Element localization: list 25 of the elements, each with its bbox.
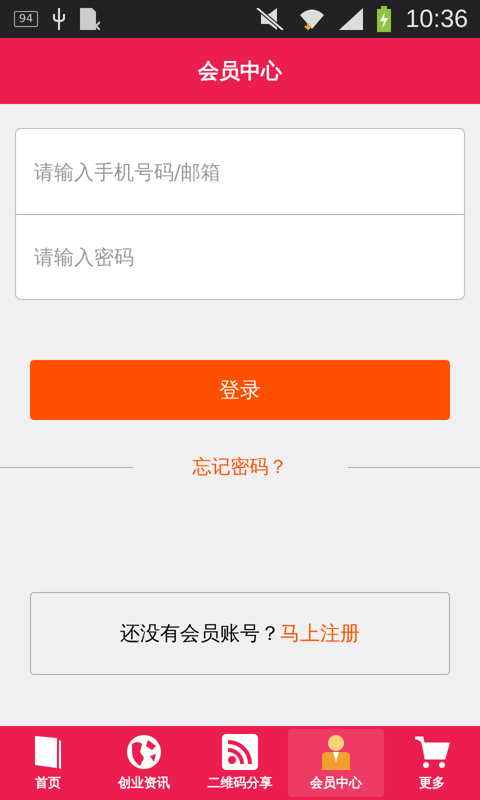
book-icon <box>33 734 63 770</box>
login-button[interactable]: 登录 <box>30 360 450 420</box>
nav-tab[interactable]: 更多 <box>384 729 480 797</box>
input-field[interactable]: 请输入密码 <box>15 214 465 300</box>
usb-icon <box>52 8 66 30</box>
sim-card-icon <box>80 8 100 30</box>
wifi-icon <box>299 7 326 31</box>
nav-tab[interactable]: 会员中心 <box>288 729 384 797</box>
cart-icon <box>414 734 450 770</box>
register-link[interactable]: 马上注册 <box>280 620 360 647</box>
battery-icon <box>377 6 392 32</box>
page-title: 会员中心 <box>198 58 282 85</box>
battery-badge: 94 <box>14 11 38 27</box>
register-prompt: 还没有会员账号？ <box>120 620 280 647</box>
rss-icon <box>222 734 258 770</box>
nav-tab[interactable]: 创业资讯 <box>96 729 192 797</box>
signal-icon <box>339 8 364 30</box>
person-icon <box>320 734 352 770</box>
input-field[interactable]: 请输入手机号码/邮箱 <box>15 128 465 214</box>
nav-tab[interactable]: 首页 <box>0 729 96 797</box>
clock-time: 10:36 <box>405 4 468 34</box>
globe-icon <box>126 734 162 770</box>
forgot-password-link[interactable]: 忘记密码？ <box>132 454 348 480</box>
mute-icon <box>255 8 286 30</box>
nav-tab[interactable]: 二维码分享 <box>192 729 288 797</box>
